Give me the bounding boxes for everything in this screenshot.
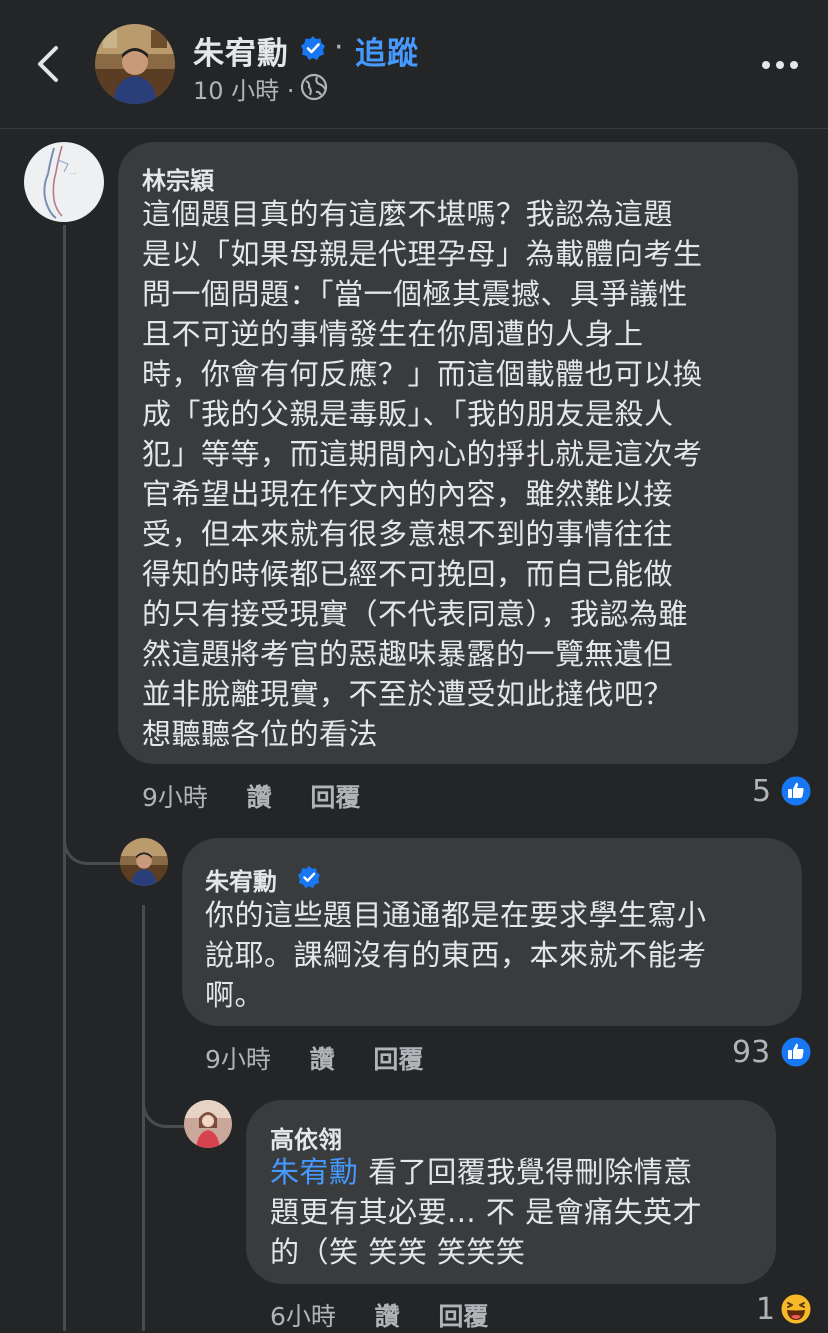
reaction-count[interactable]: 93 bbox=[732, 1035, 770, 1070]
comment-actions: 6小時 讚 回覆 bbox=[270, 1297, 488, 1333]
reaction-count[interactable]: 5 bbox=[752, 774, 771, 809]
like-icon[interactable] bbox=[780, 775, 812, 807]
comment-text: 你的這些題目通通都是在要求學生寫小 說耶。課綱沒有的東西，本來就不能考 啊。 bbox=[205, 898, 707, 1012]
comment-text: 朱宥勳 看了回覆我覺得刪除情意 題更有其必要... 不 是會痛失英才 的（笑 笑… bbox=[270, 1155, 703, 1269]
thread-branch-1 bbox=[63, 830, 121, 865]
svg-text:···: ··· bbox=[70, 170, 77, 178]
comment-actions: 9小時 讚 回覆 bbox=[142, 778, 360, 814]
more-options-icon[interactable] bbox=[760, 55, 800, 75]
reply-button[interactable]: 回覆 bbox=[310, 783, 360, 812]
comment-actions: 9小時 讚 回覆 bbox=[205, 1040, 423, 1076]
verified-badge-icon bbox=[301, 36, 325, 60]
comment-time[interactable]: 9小時 bbox=[205, 1045, 271, 1074]
comment-author[interactable]: 林宗穎 bbox=[142, 161, 214, 196]
reaction-count[interactable]: 1 bbox=[756, 1292, 775, 1327]
like-button[interactable]: 讚 bbox=[375, 1302, 400, 1331]
comment-author[interactable]: 朱宥勳 bbox=[205, 862, 277, 897]
like-button[interactable]: 讚 bbox=[247, 783, 272, 812]
commenter-avatar[interactable] bbox=[184, 1100, 232, 1148]
thread-line-main bbox=[63, 225, 66, 1331]
post-header: 朱宥勳 · 追蹤 10 小時 · bbox=[0, 0, 828, 129]
author-avatar[interactable] bbox=[95, 24, 175, 104]
public-globe-icon bbox=[300, 73, 328, 101]
reply-button[interactable]: 回覆 bbox=[438, 1302, 488, 1331]
back-arrow-icon[interactable] bbox=[30, 42, 70, 86]
commenter-avatar[interactable] bbox=[120, 838, 168, 886]
separator-dot: · bbox=[334, 30, 344, 65]
commenter-avatar[interactable]: ··· bbox=[24, 142, 104, 222]
follow-button[interactable]: 追蹤 bbox=[355, 28, 419, 73]
like-icon[interactable] bbox=[780, 1036, 812, 1068]
thread-branch-2 bbox=[142, 1090, 185, 1128]
thread-line-reply bbox=[142, 905, 145, 1331]
comment-time[interactable]: 6小時 bbox=[270, 1302, 336, 1331]
like-button[interactable]: 讚 bbox=[310, 1045, 335, 1074]
comment-text: 這個題目真的有這麼不堪嗎？我認為這題 是以「如果母親是代理孕母」為載體向考生 問… bbox=[142, 197, 703, 751]
verified-badge-icon bbox=[297, 865, 321, 889]
reply-button[interactable]: 回覆 bbox=[373, 1045, 423, 1074]
comment-time[interactable]: 9小時 bbox=[142, 783, 208, 812]
author-name[interactable]: 朱宥勳 bbox=[193, 28, 289, 73]
comment-author[interactable]: 高依翎 bbox=[270, 1120, 342, 1155]
haha-icon[interactable] bbox=[780, 1293, 812, 1325]
post-timestamp[interactable]: 10 小時 · bbox=[193, 71, 294, 106]
mention-link[interactable]: 朱宥勳 bbox=[270, 1155, 359, 1189]
